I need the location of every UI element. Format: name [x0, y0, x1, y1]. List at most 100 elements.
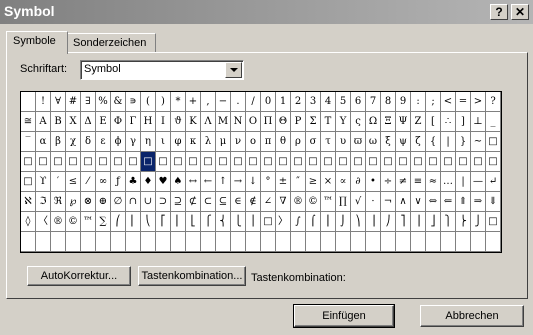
symbol-cell[interactable]: ∃ [81, 92, 96, 112]
symbol-cell[interactable]: + [186, 92, 201, 112]
symbol-cell[interactable]: □ [336, 152, 351, 172]
symbol-cell[interactable] [126, 232, 141, 252]
symbol-cell[interactable]: Ρ [291, 112, 306, 132]
symbol-cell[interactable]: ∉ [246, 192, 261, 212]
symbol-cell[interactable] [171, 232, 186, 252]
symbol-cell[interactable]: % [96, 92, 111, 112]
symbol-cell[interactable]: ℜ [51, 192, 66, 212]
symbol-cell[interactable]: ℑ [36, 192, 51, 212]
symbol-cell[interactable]: Π [261, 112, 276, 132]
symbol-cell[interactable]: ′ [51, 172, 66, 192]
symbol-cell[interactable]: ⎠ [381, 212, 396, 232]
symbol-cell[interactable]: η [141, 132, 156, 152]
symbol-cell[interactable]: Δ [81, 112, 96, 132]
symbol-cell[interactable]: □ [126, 152, 141, 172]
symbol-cell[interactable]: ™ [81, 212, 96, 232]
symbol-cell[interactable]: ⎨ [216, 212, 231, 232]
symbol-cell[interactable]: 1 [276, 92, 291, 112]
symbol-cell[interactable] [66, 232, 81, 252]
symbol-cell[interactable]: α [36, 132, 51, 152]
symbol-cell[interactable]: ® [291, 192, 306, 212]
symbol-cell[interactable]: □ [111, 152, 126, 172]
symbol-cell[interactable]: □ [306, 152, 321, 172]
symbol-cell[interactable]: ε [96, 132, 111, 152]
symbol-cell[interactable]: □ [21, 152, 36, 172]
symbol-cell[interactable]: ∫ [291, 212, 306, 232]
symbol-cell[interactable]: ⎢ [171, 212, 186, 232]
symbol-cell[interactable]: ∅ [111, 192, 126, 212]
symbol-cell[interactable]: ≤ [66, 172, 81, 192]
symbol-cell[interactable]: ⊂ [201, 192, 216, 212]
symbol-cell[interactable]: □ [51, 152, 66, 172]
symbol-cell[interactable]: ∍ [126, 92, 141, 112]
symbol-cell[interactable]: □ [141, 152, 156, 172]
symbol-cell[interactable]: > [471, 92, 486, 112]
symbol-cell[interactable]: Β [51, 112, 66, 132]
symbol-cell[interactable]: Φ [111, 112, 126, 132]
symbol-cell[interactable]: − [216, 92, 231, 112]
symbol-cell[interactable]: ⎧ [201, 212, 216, 232]
symbol-cell[interactable]: ν [231, 132, 246, 152]
symbol-cell[interactable]: ↑ [216, 172, 231, 192]
symbol-cell[interactable]: ⎭ [471, 212, 486, 232]
symbol-cell[interactable]: Ν [231, 112, 246, 132]
symbol-cell[interactable] [351, 232, 366, 252]
symbol-cell[interactable]: □ [261, 212, 276, 232]
symbol-cell[interactable]: Ο [246, 112, 261, 132]
symbol-cell[interactable]: ⎥ [411, 212, 426, 232]
symbol-cell[interactable]: ⊆ [216, 192, 231, 212]
symbol-cell[interactable]: Ζ [411, 112, 426, 132]
symbol-cell[interactable]: ⋅ [366, 192, 381, 212]
symbol-cell[interactable]: σ [306, 132, 321, 152]
symbol-cell[interactable]: τ [321, 132, 336, 152]
symbol-cell[interactable]: □ [471, 152, 486, 172]
symbol-cell[interactable]: □ [96, 152, 111, 172]
symbol-cell[interactable]: ⎤ [396, 212, 411, 232]
tab-symbole[interactable]: Symbole [6, 31, 68, 54]
symbol-cell[interactable]: ⎫ [441, 212, 456, 232]
symbol-cell[interactable]: □ [216, 152, 231, 172]
symbol-cell[interactable]: ™ [321, 192, 336, 212]
font-select[interactable]: Symbol [80, 60, 244, 80]
einfuegen-button[interactable]: Einfügen [293, 304, 395, 328]
symbol-cell[interactable]: ⊇ [171, 192, 186, 212]
tab-sonderzeichen[interactable]: Sonderzeichen [66, 33, 156, 53]
symbol-cell[interactable]: ⇒ [471, 192, 486, 212]
symbol-cell[interactable]: ⎣ [186, 212, 201, 232]
symbol-cell[interactable]: # [66, 92, 81, 112]
help-button[interactable]: ? [490, 4, 508, 20]
symbol-cell[interactable]: ∴ [441, 112, 456, 132]
symbol-cell[interactable] [471, 232, 486, 252]
symbol-cell[interactable]: / [246, 92, 261, 112]
symbol-cell[interactable]: 7 [366, 92, 381, 112]
symbol-cell[interactable]: θ [276, 132, 291, 152]
symbol-cell[interactable]: □ [486, 152, 501, 172]
symbol-cell[interactable]: ± [276, 172, 291, 192]
symbol-cell[interactable]: □ [486, 212, 501, 232]
symbol-cell[interactable] [246, 232, 261, 252]
symbol-cell[interactable]: ƒ [111, 172, 126, 192]
symbol-cell[interactable]: ♠ [171, 172, 186, 192]
symbol-cell[interactable]: □ [246, 152, 261, 172]
symbol-cell[interactable]: Θ [276, 112, 291, 132]
symbol-cell[interactable]: ϒ [36, 172, 51, 192]
symbol-cell[interactable]: © [66, 212, 81, 232]
symbol-cell[interactable] [36, 232, 51, 252]
symbol-cell[interactable]: → [231, 172, 246, 192]
symbol-cell[interactable]: Χ [66, 112, 81, 132]
symbol-cell[interactable]: Α [36, 112, 51, 132]
symbol-cell[interactable]: ♦ [141, 172, 156, 192]
symbol-cell[interactable] [231, 232, 246, 252]
symbol-cell[interactable]: ◊ [21, 212, 36, 232]
symbol-cell[interactable]: © [306, 192, 321, 212]
symbol-cell[interactable]: … [441, 172, 456, 192]
symbol-cell[interactable]: Ψ [396, 112, 411, 132]
symbol-cell[interactable] [426, 232, 441, 252]
symbol-cell[interactable]: □ [441, 152, 456, 172]
symbol-cell[interactable]: λ [201, 132, 216, 152]
symbol-cell[interactable]: • [366, 172, 381, 192]
symbol-cell[interactable] [201, 232, 216, 252]
symbol-cell[interactable]: ⎟ [366, 212, 381, 232]
symbol-cell[interactable]: ⎜ [126, 212, 141, 232]
symbol-cell[interactable] [261, 232, 276, 252]
